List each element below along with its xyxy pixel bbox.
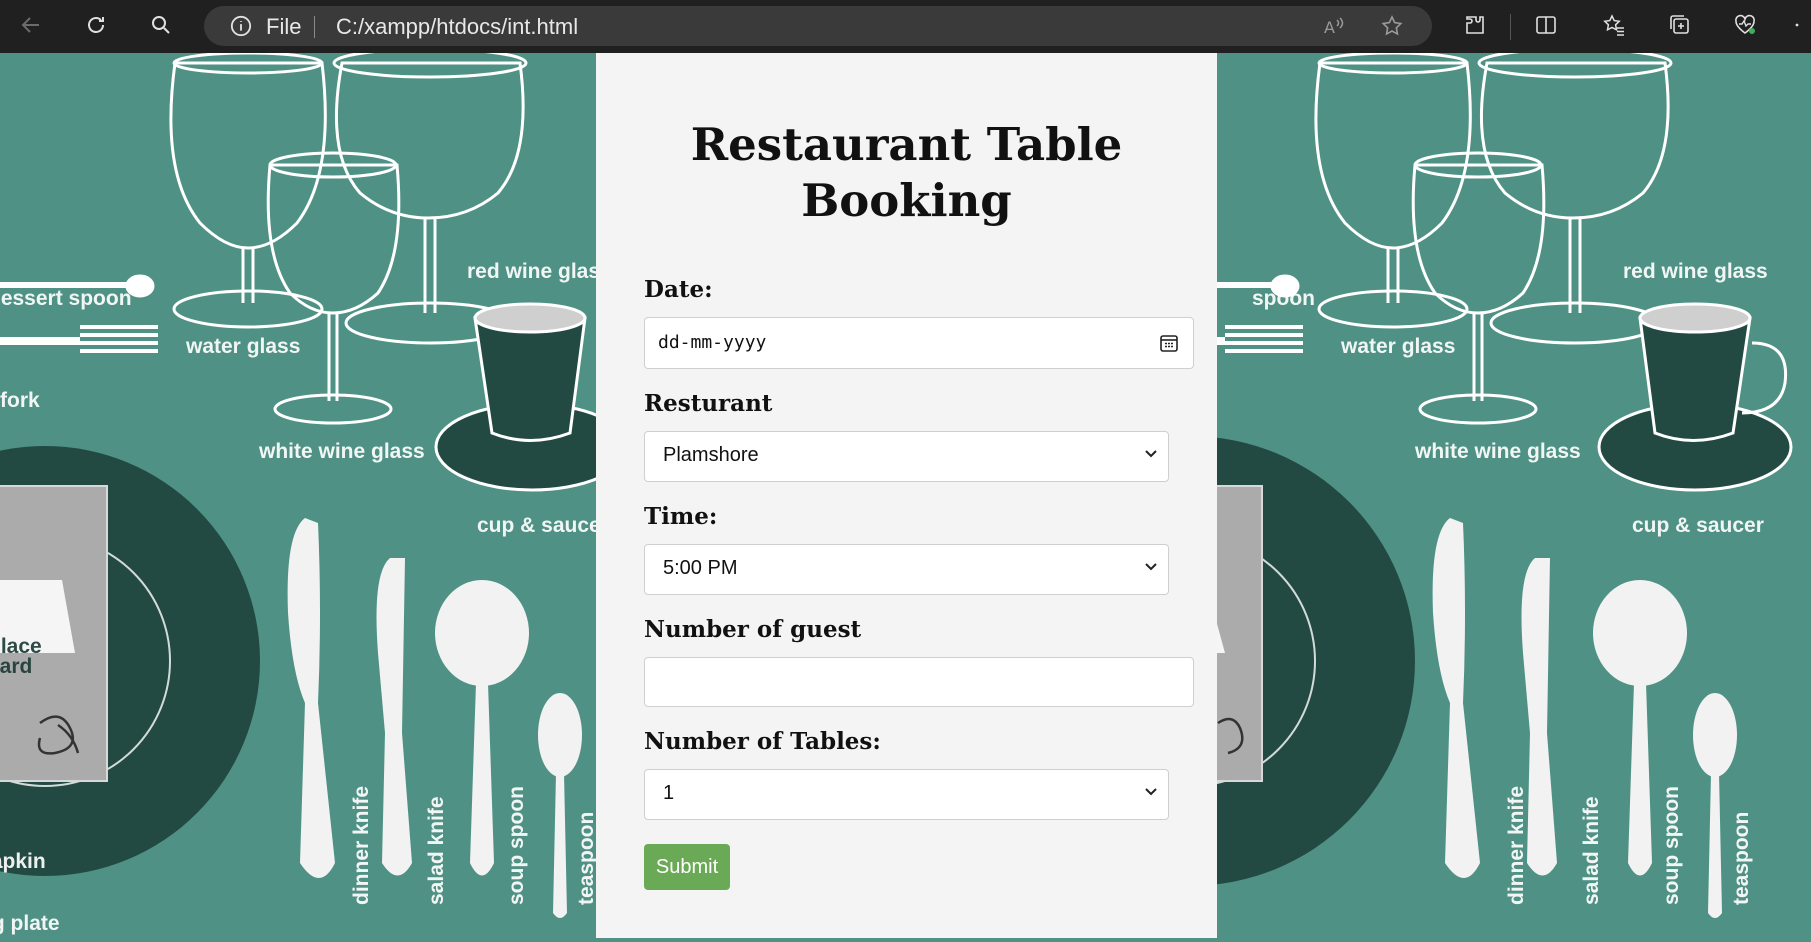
url-text[interactable]: C:/xampp/htdocs/int.html	[336, 14, 578, 40]
tables-select[interactable]: 1	[644, 769, 1169, 820]
bg-label-spoon-right: spoon	[1252, 287, 1315, 310]
bg-label-soup-spoon-right: soup spoon	[1660, 786, 1683, 905]
guests-label: Number of guest	[644, 616, 862, 643]
placemat-right	[1217, 53, 1673, 425]
collections-icon[interactable]	[1661, 8, 1699, 42]
bg-label-water-glass: water glass	[186, 335, 301, 358]
bg-label-card: card	[0, 655, 33, 678]
address-bar[interactable]: File C:/xampp/htdocs/int.html A	[204, 6, 1432, 46]
date-placeholder: dd-mm-yyyy	[658, 332, 767, 353]
more-icon[interactable]	[1790, 8, 1811, 42]
chevron-down-icon	[1145, 788, 1157, 796]
refresh-icon[interactable]	[77, 8, 115, 42]
bg-label-dessert-spoon: dessert spoon	[0, 287, 132, 310]
browser-essentials-icon[interactable]	[1726, 8, 1764, 42]
info-icon[interactable]	[230, 15, 252, 37]
booking-form-card: Restaurant Table Booking Date: dd-mm-yyy…	[596, 53, 1217, 938]
bg-label-white-wine-glass-right: white wine glass	[1415, 440, 1581, 463]
restaurant-selected-value: Plamshore	[663, 444, 759, 466]
file-label: File	[266, 14, 302, 39]
submit-button[interactable]: Submit	[644, 844, 730, 890]
toolbar-divider	[1510, 14, 1511, 40]
svg-text:A: A	[1324, 18, 1335, 37]
chevron-down-icon	[1145, 563, 1157, 571]
bg-label-water-glass-right: water glass	[1341, 335, 1456, 358]
tables-selected-value: 1	[663, 782, 675, 804]
placemat-left	[0, 53, 528, 425]
bg-label-teaspoon-right: teaspoon	[1730, 811, 1753, 905]
favorite-star-icon[interactable]	[1380, 14, 1404, 38]
date-input[interactable]: dd-mm-yyyy	[644, 317, 1194, 369]
bg-label-white-wine-glass: white wine glass	[259, 440, 425, 463]
calendar-icon[interactable]	[1159, 333, 1179, 353]
bg-label-dinner-knife-right: dinner knife	[1505, 785, 1528, 905]
time-label: Time:	[644, 503, 718, 530]
search-icon[interactable]	[142, 8, 180, 42]
bg-label-dinner-knife: dinner knife	[350, 785, 373, 905]
time-selected-value: 5:00 PM	[663, 557, 738, 579]
bg-label-cup-saucer-right: cup & saucer	[1632, 514, 1764, 537]
restaurant-label: Resturant	[644, 390, 773, 417]
time-select[interactable]: 5:00 PM	[644, 544, 1169, 595]
bg-label-napkin: napkin	[0, 850, 46, 873]
chevron-down-icon	[1145, 450, 1157, 458]
divider	[314, 16, 315, 38]
bg-label-soup-spoon: soup spoon	[505, 786, 528, 905]
restaurant-select[interactable]: Plamshore	[644, 431, 1169, 482]
bg-label-red-wine-glass: red wine glass	[467, 260, 612, 283]
page-title: Restaurant Table Booking	[690, 118, 1123, 227]
split-screen-icon[interactable]	[1527, 8, 1565, 42]
bg-label-salad-knife: salad knife	[425, 796, 448, 905]
bg-label-cup-saucer: cup & saucer	[477, 514, 609, 537]
guests-input[interactable]	[644, 657, 1194, 707]
back-icon[interactable]	[12, 8, 50, 42]
extensions-icon[interactable]	[1456, 8, 1494, 42]
tables-label: Number of Tables:	[644, 728, 881, 755]
date-label: Date:	[644, 276, 713, 303]
bg-label-red-wine-glass-right: red wine glass	[1623, 260, 1768, 283]
favorites-icon[interactable]	[1595, 8, 1633, 42]
browser-toolbar: File C:/xampp/htdocs/int.html A	[0, 0, 1811, 53]
bg-label-fork: fork	[0, 389, 40, 412]
bg-label-salad-knife-right: salad knife	[1580, 796, 1603, 905]
read-aloud-icon[interactable]: A	[1322, 14, 1346, 38]
bg-label-serving-plate: serving plate	[0, 912, 60, 935]
